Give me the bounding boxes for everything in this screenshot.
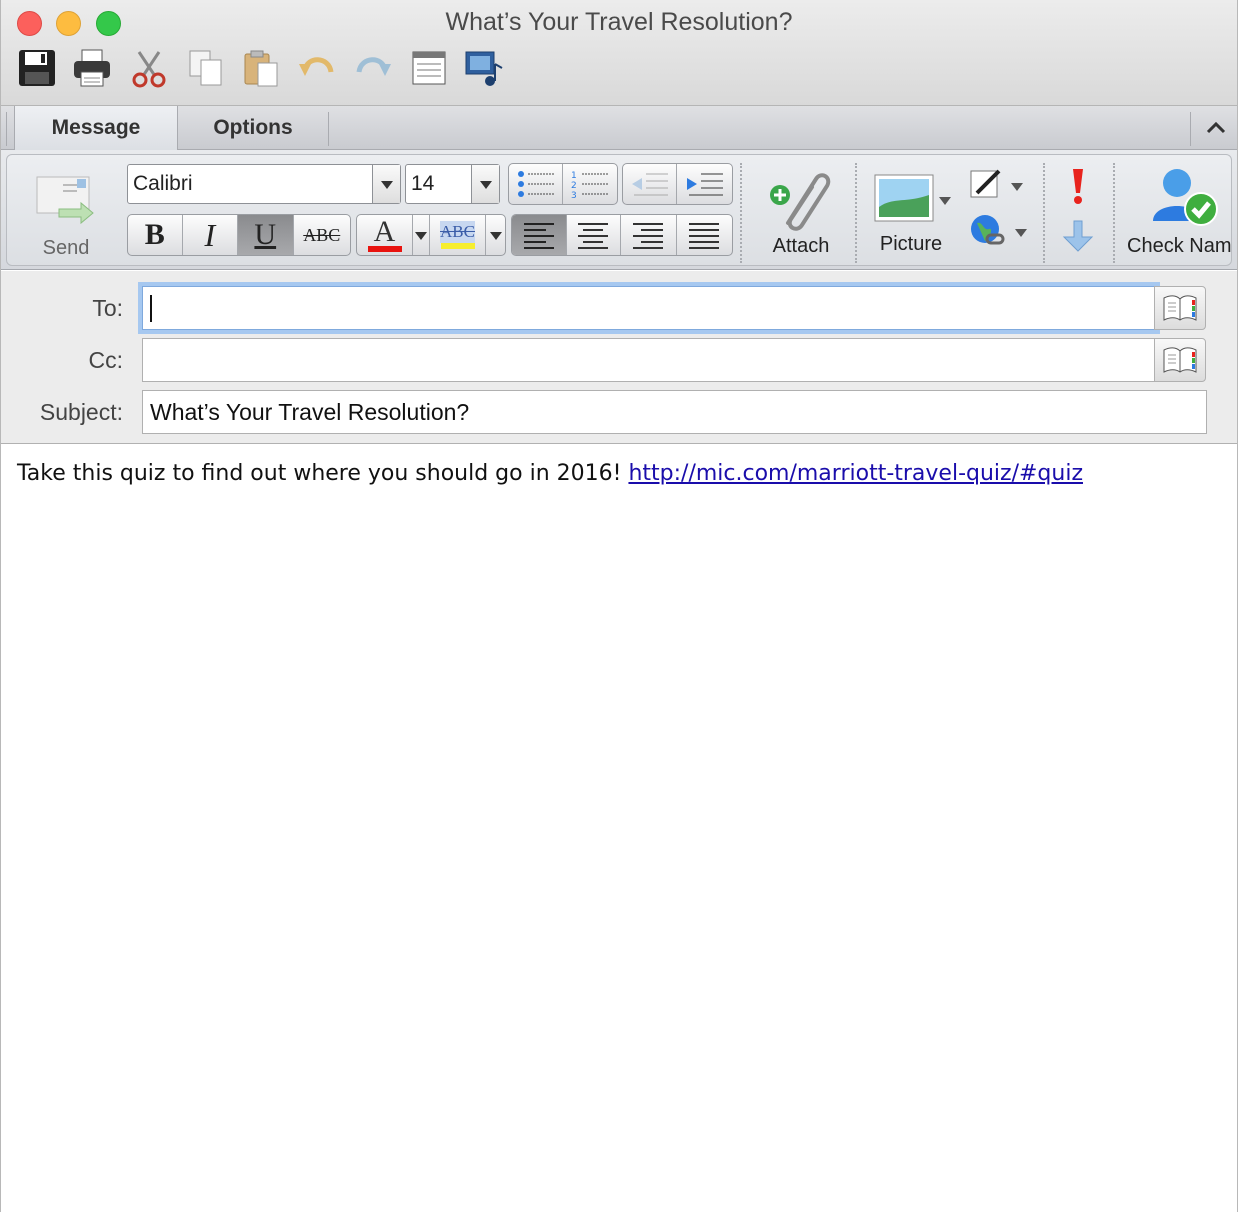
check-names-person-icon (1153, 169, 1218, 226)
paperclip-icon (770, 173, 831, 231)
justify-button[interactable] (677, 215, 732, 255)
undo-icon[interactable] (297, 48, 337, 88)
picture-button[interactable]: Picture (865, 159, 957, 263)
italic-button[interactable]: I (183, 215, 239, 255)
cut-icon[interactable] (129, 48, 169, 88)
address-book-icon (1163, 347, 1197, 373)
highlight-glyph: ABC (440, 221, 475, 243)
highlight-swatch (440, 243, 475, 249)
down-arrow-icon (1062, 220, 1094, 252)
send-mail-icon (36, 176, 94, 225)
collapse-ribbon-icon[interactable] (1202, 114, 1230, 142)
decrease-indent-icon (631, 173, 668, 196)
bulleted-list-icon (517, 171, 554, 197)
ribbon-tabs: Message Options (0, 106, 1238, 150)
signature-pen-icon (970, 169, 1001, 198)
align-center-icon (578, 223, 609, 249)
strikethrough-button[interactable]: ABC (294, 215, 350, 255)
bullets-button[interactable] (509, 164, 564, 204)
signature-button[interactable] (969, 167, 1027, 207)
font-size-dropdown-icon[interactable] (471, 165, 499, 203)
cc-address-book-button[interactable] (1154, 338, 1206, 382)
redo-icon[interactable] (353, 48, 393, 88)
font-name-combo[interactable]: Calibri (127, 164, 401, 204)
font-name-value: Calibri (133, 172, 193, 195)
to-address-book-button[interactable] (1154, 286, 1206, 330)
decrease-indent-button[interactable] (623, 164, 678, 204)
svg-text:1: 1 (571, 171, 577, 181)
tab-options[interactable]: Options (178, 106, 328, 150)
title-bar: What’s Your Travel Resolution? (0, 0, 1238, 106)
ribbon: Send Calibri 14 123 B I U ABC A ABC Atta… (0, 150, 1238, 270)
paste-icon[interactable] (241, 48, 281, 88)
font-size-combo[interactable]: 14 (405, 164, 500, 204)
numbering-button[interactable]: 123 (563, 164, 617, 204)
font-color-button[interactable]: A (357, 215, 413, 255)
send-button[interactable]: Send (17, 159, 115, 263)
message-text: Take this quiz to find out where you sho… (17, 461, 629, 486)
indent-buttons (622, 163, 733, 205)
list-buttons: 123 (508, 163, 618, 205)
subject-field[interactable]: What’s Your Travel Resolution? (142, 390, 1207, 434)
font-color-swatch (367, 246, 402, 252)
align-left-button[interactable] (512, 215, 567, 255)
attach-label: Attach (772, 235, 830, 257)
align-left-icon (523, 223, 554, 249)
font-color-glyph: A (373, 215, 396, 248)
picture-icon (874, 174, 934, 222)
highlight-button[interactable]: ABC (430, 215, 486, 255)
send-label: Send (42, 237, 90, 259)
hyperlink-button[interactable] (969, 213, 1027, 253)
align-right-button[interactable] (621, 215, 677, 255)
low-priority-button[interactable] (1062, 219, 1094, 255)
media-browser-icon[interactable] (464, 48, 504, 88)
high-priority-button[interactable] (1062, 167, 1094, 207)
hyperlink-globe-icon (971, 215, 1005, 245)
bold-button[interactable]: B (128, 215, 183, 255)
increase-indent-icon (686, 173, 723, 196)
tab-message[interactable]: Message (14, 106, 178, 150)
cc-field[interactable] (142, 338, 1156, 382)
underline-button[interactable]: U (238, 215, 294, 255)
message-header: To: Cc: Subject: What’s Your Travel Reso… (0, 271, 1238, 444)
subject-label: Subject: (39, 399, 123, 425)
message-body[interactable]: Take this quiz to find out where you sho… (0, 445, 1238, 1212)
text-cursor (150, 295, 152, 322)
align-center-button[interactable] (567, 215, 621, 255)
quiz-link[interactable]: http://mic.com/marriott-travel-quiz/#qui… (628, 461, 1083, 486)
numbered-list-icon: 123 (571, 171, 608, 199)
font-name-dropdown-icon[interactable] (372, 165, 400, 203)
font-color-dropdown[interactable] (413, 215, 430, 255)
copy-icon[interactable] (186, 48, 226, 88)
alignment-buttons (511, 214, 733, 256)
attach-button[interactable]: Attach (751, 159, 851, 263)
cc-label: Cc: (88, 347, 124, 373)
svg-text:2: 2 (571, 181, 577, 191)
save-icon[interactable] (17, 48, 57, 88)
text-style-buttons: B I U ABC (127, 214, 351, 256)
layout-icon[interactable] (409, 48, 449, 88)
to-field[interactable] (142, 286, 1156, 330)
check-names-button[interactable]: Check Nam (1119, 159, 1233, 263)
exclamation-icon (1073, 169, 1083, 204)
align-right-icon (633, 223, 664, 249)
window-title: What’s Your Travel Resolution? (445, 8, 793, 36)
increase-indent-button[interactable] (677, 164, 732, 204)
highlight-dropdown[interactable] (486, 215, 505, 255)
font-size-value: 14 (411, 172, 435, 195)
svg-text:3: 3 (571, 191, 577, 199)
justify-icon (689, 223, 720, 249)
check-names-label: Check Nam (1127, 235, 1232, 257)
picture-label: Picture (879, 233, 943, 255)
print-icon[interactable] (72, 48, 112, 88)
address-book-icon (1163, 295, 1197, 321)
to-label: To: (92, 295, 123, 321)
color-buttons: A ABC (356, 214, 506, 256)
